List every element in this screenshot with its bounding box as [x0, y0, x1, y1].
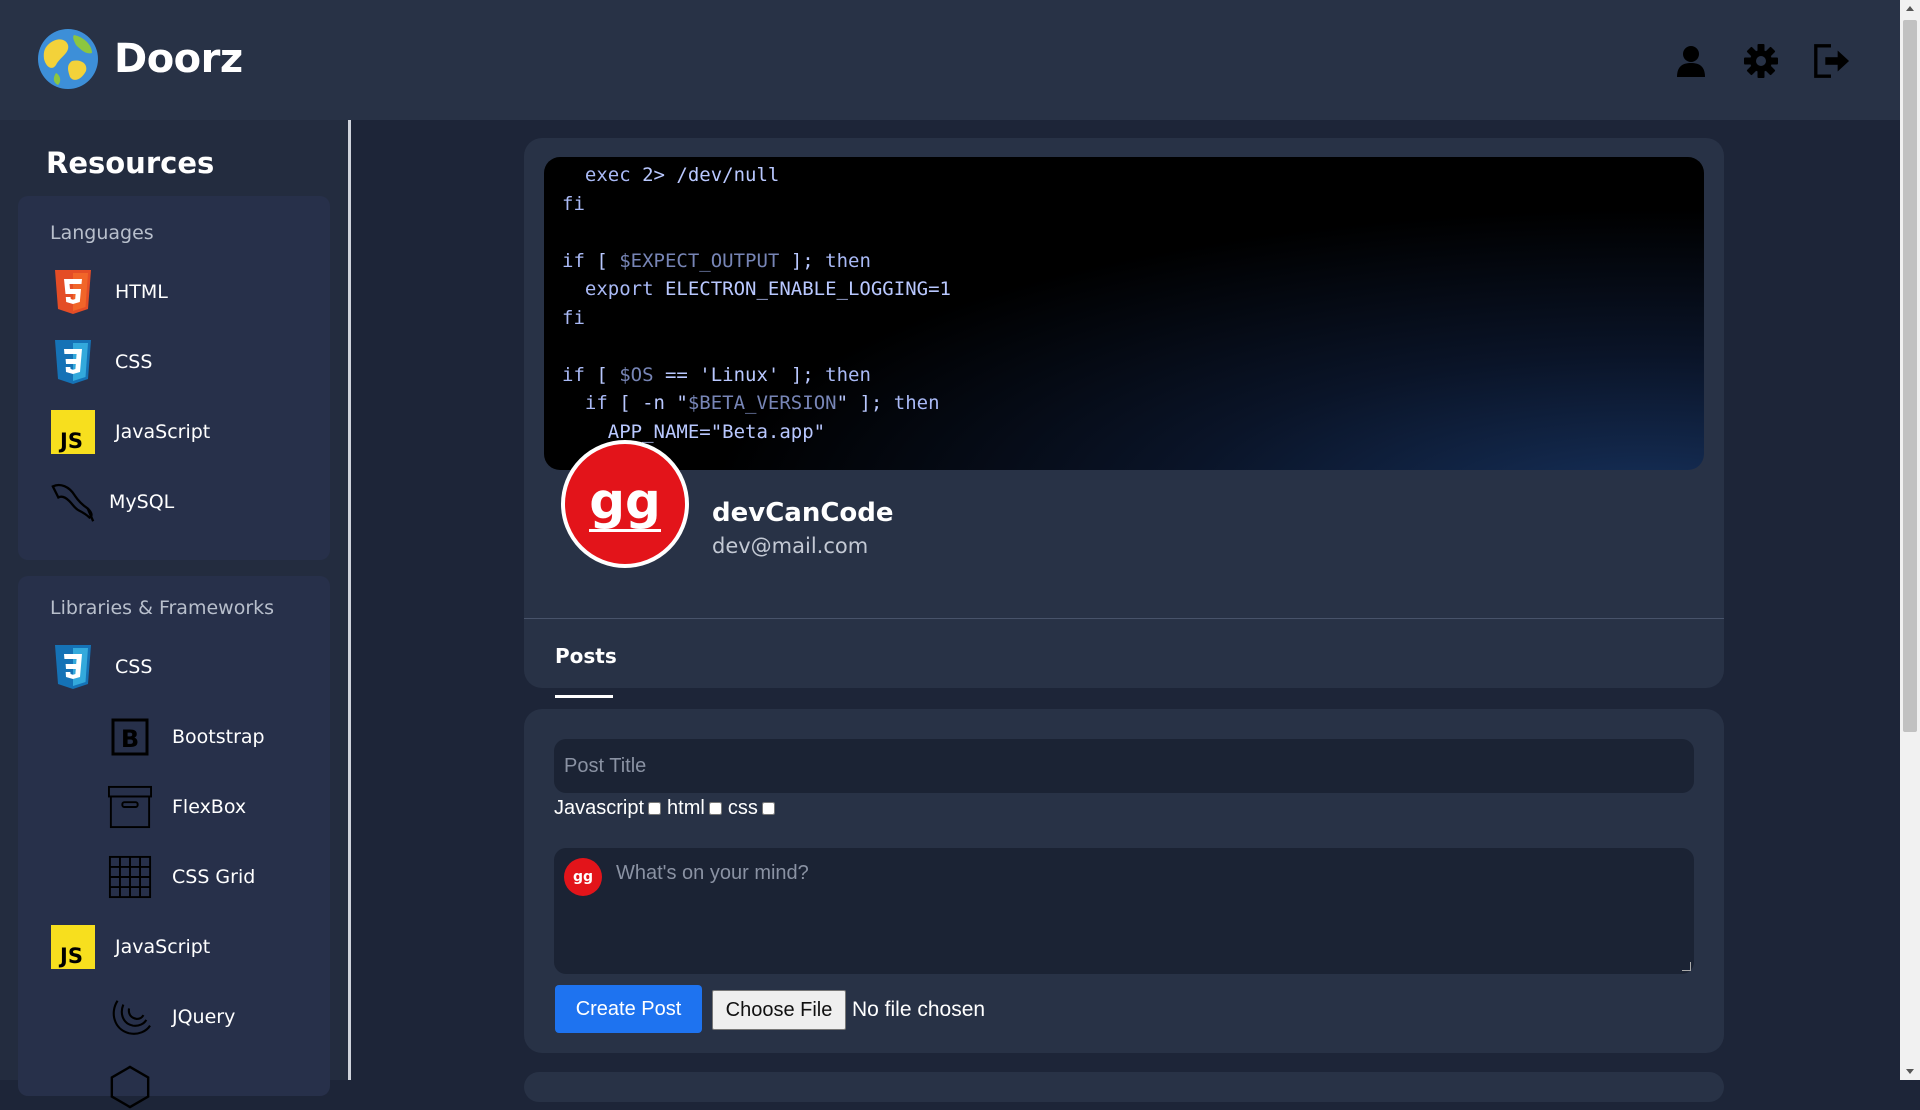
svg-text:B: B — [121, 725, 139, 753]
sidebar-title: Resources — [46, 146, 215, 180]
js-icon: JS — [51, 925, 95, 969]
profile-username: devCanCode — [712, 498, 894, 528]
header-actions — [1672, 42, 1850, 80]
sidebar-item-css-framework[interactable]: CSS — [51, 645, 152, 689]
post-title-input[interactable] — [554, 739, 1694, 793]
grid-icon — [108, 855, 152, 899]
page-scrollbar[interactable] — [1900, 0, 1920, 1080]
globe-logo-icon — [38, 29, 98, 89]
sidebar-item-mysql[interactable]: MySQL — [51, 480, 174, 524]
sidebar-item-javascript[interactable]: JS JavaScript — [51, 410, 210, 454]
resize-handle-icon[interactable] — [1682, 962, 1691, 971]
sidebar-section-libraries: Libraries & Frameworks — [50, 597, 275, 619]
tab-posts[interactable]: Posts — [555, 644, 617, 668]
sidebar-item-label: CSS Grid — [172, 866, 256, 888]
tag-checkboxes: Javascript html css — [554, 797, 781, 820]
avatar-initials: gg — [589, 471, 661, 532]
sidebar-item-label: JQuery — [172, 1006, 236, 1028]
css3-icon — [51, 645, 95, 689]
tag-checkbox-css[interactable] — [761, 802, 775, 815]
sidebar-item-javascript-framework[interactable]: JS JavaScript — [51, 925, 210, 969]
tag-checkbox-javascript[interactable] — [648, 802, 662, 815]
sidebar-item-jquery[interactable]: JQuery — [108, 995, 235, 1039]
sidebar-item-html[interactable]: HTML — [51, 270, 168, 314]
sidebar-item-flexbox[interactable]: FlexBox — [108, 785, 246, 829]
choose-file-button[interactable]: Choose File — [712, 990, 846, 1030]
create-post-button[interactable]: Create Post — [555, 985, 702, 1033]
jquery-icon — [108, 995, 152, 1039]
post-body-box: gg — [554, 848, 1694, 974]
sidebar-item-label: Bootstrap — [172, 726, 265, 748]
svg-text:JS: JS — [58, 944, 83, 968]
sidebar-item-partial[interactable] — [108, 1065, 172, 1109]
tab-posts-active-indicator — [555, 695, 613, 698]
css3-icon — [51, 340, 95, 384]
sidebar-item-label: HTML — [115, 281, 168, 303]
post-body-textarea[interactable] — [610, 856, 1680, 966]
sidebar-item-label: CSS — [115, 351, 153, 373]
scroll-thumb[interactable] — [1903, 20, 1917, 732]
file-status-text: No file chosen — [852, 998, 986, 1021]
scroll-down-icon[interactable] — [1906, 1069, 1914, 1074]
sidebar-item-label: JavaScript — [115, 421, 211, 443]
tag-label-javascript: Javascript — [554, 797, 645, 819]
hexagon-icon — [108, 1065, 152, 1109]
sign-out-icon[interactable] — [1812, 42, 1850, 80]
avatar[interactable]: gg — [561, 440, 689, 568]
html5-icon — [51, 270, 95, 314]
sidebar-item-label: CSS — [115, 656, 153, 678]
brand[interactable]: Doorz — [36, 27, 243, 91]
sidebar-section-languages: Languages — [50, 222, 154, 244]
profile-email: dev@mail.com — [712, 534, 869, 558]
gear-icon[interactable] — [1742, 42, 1780, 80]
composer-avatar: gg — [564, 858, 602, 896]
mysql-dolphin-icon — [51, 480, 95, 524]
sidebar-item-bootstrap[interactable]: B Bootstrap — [108, 715, 265, 759]
user-icon[interactable] — [1672, 42, 1710, 80]
bootstrap-icon: B — [108, 715, 152, 759]
tag-label-css: css — [727, 797, 758, 819]
sidebar-item-css-grid[interactable]: CSS Grid — [108, 855, 255, 899]
sidebar-item-label: MySQL — [109, 491, 175, 513]
js-icon: JS — [51, 410, 95, 454]
profile-divider — [524, 618, 1724, 619]
scroll-up-icon[interactable] — [1906, 6, 1914, 11]
tag-checkbox-html[interactable] — [708, 802, 722, 815]
sidebar-item-label: JavaScript — [115, 936, 211, 958]
banner-code: exec 2> /dev/null fi if [ $EXPECT_OUTPUT… — [562, 164, 951, 443]
archive-box-icon — [108, 785, 152, 829]
app-name: Doorz — [114, 36, 243, 82]
tag-label-html: html — [667, 797, 705, 819]
top-bar: Doorz — [0, 0, 1900, 120]
sidebar-item-label: FlexBox — [172, 796, 247, 818]
next-post-card — [524, 1072, 1724, 1102]
sidebar-item-css[interactable]: CSS — [51, 340, 152, 384]
svg-text:JS: JS — [58, 429, 83, 453]
profile-banner: exec 2> /dev/null fi if [ $EXPECT_OUTPUT… — [544, 157, 1704, 470]
